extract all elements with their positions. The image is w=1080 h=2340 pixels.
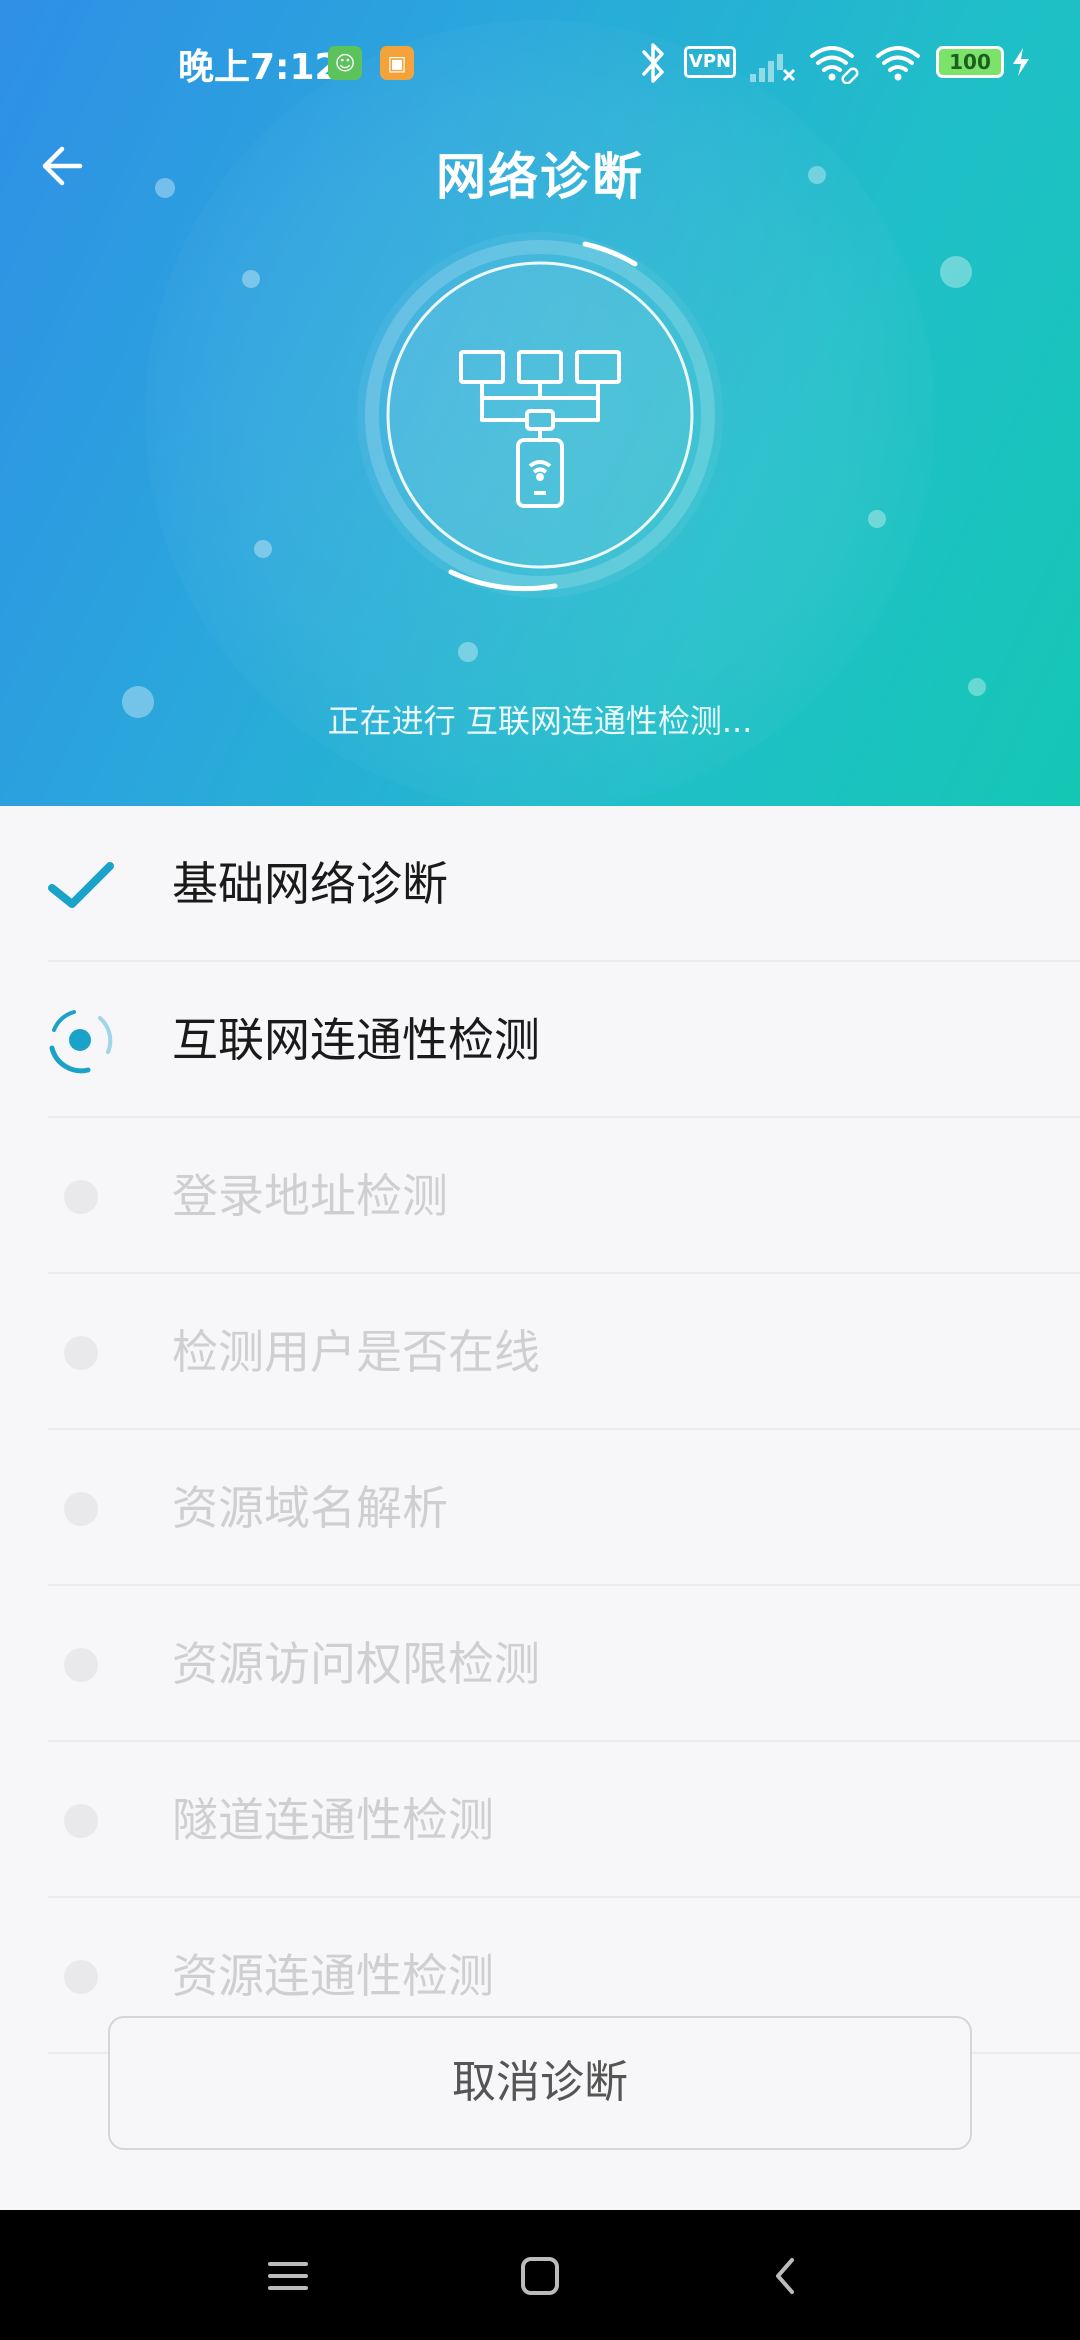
check-item-label: 隧道连通性检测 — [172, 1793, 494, 1847]
check-item-pending: 隧道连通性检测 — [0, 1742, 1080, 1898]
check-item-pending: 资源访问权限检测 — [0, 1586, 1080, 1742]
check-item-running: 互联网连通性检测 — [0, 962, 1080, 1118]
system-nav-bar — [0, 2210, 1080, 2340]
charging-icon — [1013, 48, 1029, 76]
page-title: 网络诊断 — [436, 148, 644, 206]
pending-dot-icon — [64, 1180, 98, 1214]
battery-icon: 100 — [936, 46, 1004, 78]
decor-bubble — [254, 540, 272, 558]
calendar-app-icon: ▣ — [380, 46, 414, 80]
pending-dot-icon — [64, 1336, 98, 1370]
diagnosis-check-list: 基础网络诊断 互联网连通性检测 登录地址检测 检测用户是否在线 资源域名解析 资… — [0, 806, 1080, 2054]
vpn-label: VPN — [688, 51, 732, 72]
signal-off-icon — [750, 54, 796, 82]
checkmark-icon — [48, 862, 114, 908]
loading-spinner-icon — [49, 1010, 113, 1074]
menu-icon[interactable] — [258, 2246, 318, 2306]
check-item-pending: 资源域名解析 — [0, 1430, 1080, 1586]
android-app-icon: ☺ — [328, 46, 362, 80]
decor-bubble — [868, 510, 886, 528]
check-item-pending: 登录地址检测 — [0, 1118, 1080, 1274]
decor-bubble — [458, 642, 478, 662]
check-item-label: 检测用户是否在线 — [172, 1325, 540, 1379]
battery-level: 100 — [949, 50, 991, 74]
decor-bubble — [242, 270, 260, 288]
wifi-link-icon — [810, 46, 859, 84]
pending-dot-icon — [64, 1492, 98, 1526]
diagnosis-progress-ring — [355, 230, 725, 600]
pending-dot-icon — [64, 1804, 98, 1838]
decor-bubble — [968, 678, 986, 696]
wifi-icon — [876, 46, 920, 81]
check-item-label: 资源域名解析 — [172, 1481, 448, 1535]
status-bar: 晚上7:12 ☺ ▣ VPN 100 — [0, 0, 1080, 120]
check-item-label: 资源连通性检测 — [172, 1949, 494, 2003]
check-item-pending: 检测用户是否在线 — [0, 1274, 1080, 1430]
status-time: 晚上7:12 — [178, 47, 340, 88]
decor-bubble — [940, 256, 972, 288]
pending-dot-icon — [64, 1960, 98, 1994]
check-item-done: 基础网络诊断 — [0, 806, 1080, 962]
cancel-diagnosis-button[interactable]: 取消诊断 — [108, 2016, 972, 2150]
pending-dot-icon — [64, 1648, 98, 1682]
vpn-icon: VPN — [684, 46, 736, 78]
bluetooth-icon — [642, 43, 664, 83]
check-item-label: 资源访问权限检测 — [172, 1637, 540, 1691]
diagnosis-header: 晚上7:12 ☺ ▣ VPN 100 网络诊断 正在进行 互联网连通性检测... — [0, 0, 1080, 806]
check-item-label: 基础网络诊断 — [172, 857, 448, 911]
check-item-label: 登录地址检测 — [172, 1169, 448, 1223]
diagnosis-status-text: 正在进行 互联网连通性检测... — [327, 702, 753, 740]
back-nav-icon[interactable] — [756, 2246, 816, 2306]
check-item-label: 互联网连通性检测 — [172, 1013, 540, 1067]
home-icon[interactable] — [510, 2246, 570, 2306]
